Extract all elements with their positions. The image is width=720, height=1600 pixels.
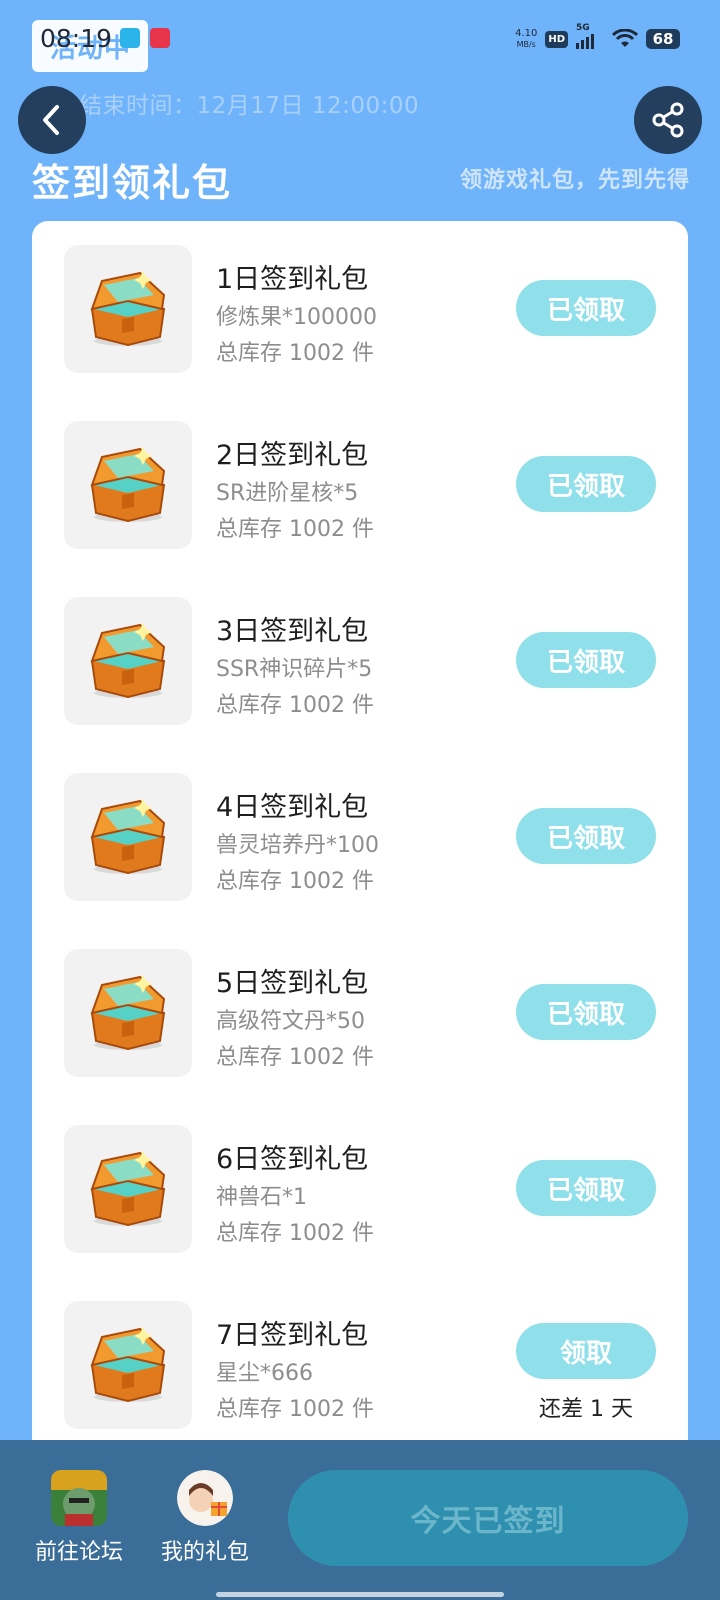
gift-name: 7日签到礼包 bbox=[216, 1320, 369, 1351]
battery-icon: 68 bbox=[646, 29, 680, 49]
activity-end-time: 活动结束时间：12月17日 12:00:00 bbox=[32, 93, 420, 119]
gift-list-card: 1日签到礼包 修炼果*100000 总库存 1002 件 已领取 2日签到礼包 … bbox=[32, 221, 688, 1600]
gift-stock: 总库存 1002 件 bbox=[216, 517, 374, 542]
gift-stock: 总库存 1002 件 bbox=[216, 1397, 374, 1422]
gift-item: 修炼果*100000 bbox=[216, 305, 377, 330]
my-gifts-label: 我的礼包 bbox=[160, 1540, 249, 1565]
gift-row: 2日签到礼包 SR进阶星核*5 总库存 1002 件 已领取 bbox=[32, 421, 688, 551]
news-notification-icon bbox=[150, 28, 170, 48]
gift-name: 4日签到礼包 bbox=[216, 792, 369, 823]
signal-icon: 5G bbox=[576, 23, 604, 49]
gift-name: 2日签到礼包 bbox=[216, 440, 369, 471]
back-button[interactable] bbox=[18, 86, 86, 154]
signed-in-today-button[interactable]: 今天已签到 bbox=[288, 1470, 688, 1566]
claimed-button[interactable]: 已领取 bbox=[516, 632, 656, 688]
gift-row: 4日签到礼包 兽灵培养丹*100 总库存 1002 件 已领取 bbox=[32, 773, 688, 903]
treasure-chest-icon bbox=[64, 421, 192, 549]
gift-stock: 总库存 1002 件 bbox=[216, 1221, 374, 1246]
game-avatar-icon bbox=[51, 1470, 107, 1526]
gift-item: 高级符文丹*50 bbox=[216, 1009, 365, 1034]
forum-entry[interactable]: 前往论坛 bbox=[24, 1470, 134, 1566]
gift-name: 5日签到礼包 bbox=[216, 968, 369, 999]
my-gifts-entry[interactable]: 我的礼包 bbox=[150, 1470, 260, 1566]
gift-name: 1日签到礼包 bbox=[216, 264, 369, 295]
gift-row: 5日签到礼包 高级符文丹*50 总库存 1002 件 已领取 bbox=[32, 949, 688, 1079]
gift-name: 3日签到礼包 bbox=[216, 616, 369, 647]
gift-stock: 总库存 1002 件 bbox=[216, 693, 374, 718]
claimed-button[interactable]: 已领取 bbox=[516, 808, 656, 864]
gift-stock: 总库存 1002 件 bbox=[216, 341, 374, 366]
share-icon bbox=[652, 102, 684, 138]
treasure-chest-icon bbox=[64, 949, 192, 1077]
treasure-chest-icon bbox=[64, 245, 192, 373]
gift-item: 星尘*666 bbox=[216, 1361, 313, 1386]
gift-stock: 总库存 1002 件 bbox=[216, 869, 374, 894]
gift-avatar-icon bbox=[177, 1470, 233, 1526]
chevron-left-icon bbox=[43, 105, 59, 135]
gift-row: 1日签到礼包 修炼果*100000 总库存 1002 件 已领取 bbox=[32, 245, 688, 375]
gift-item: SSR神识碎片*5 bbox=[216, 657, 373, 682]
gift-name: 6日签到礼包 bbox=[216, 1144, 369, 1175]
wifi-icon bbox=[612, 29, 638, 47]
treasure-chest-icon bbox=[64, 597, 192, 725]
gift-row: 6日签到礼包 神兽石*1 总库存 1002 件 已领取 bbox=[32, 1125, 688, 1255]
page-title: 签到领礼包 bbox=[32, 161, 233, 205]
gift-row: 7日签到礼包 星尘*666 总库存 1002 件 领取 还差 1 天 bbox=[32, 1301, 688, 1431]
status-bar: 活动中 08:19 4.10 MB/s HD 5G 68 bbox=[0, 0, 720, 80]
claimed-button[interactable]: 已领取 bbox=[516, 456, 656, 512]
gift-item: SR进阶星核*5 bbox=[216, 481, 359, 506]
days-remaining-note: 还差 1 天 bbox=[539, 1397, 633, 1422]
bottom-bar: 前往论坛 我的礼包 今天已签到 bbox=[0, 1440, 720, 1600]
treasure-chest-icon bbox=[64, 1125, 192, 1253]
app-notification-icon bbox=[120, 28, 140, 48]
claimed-button[interactable]: 已领取 bbox=[516, 984, 656, 1040]
forum-label: 前往论坛 bbox=[34, 1540, 123, 1565]
treasure-chest-icon bbox=[64, 773, 192, 901]
gift-stock: 总库存 1002 件 bbox=[216, 1045, 374, 1070]
gift-item: 神兽石*1 bbox=[216, 1185, 307, 1210]
claim-button[interactable]: 领取 bbox=[516, 1323, 656, 1379]
home-indicator bbox=[216, 1592, 504, 1597]
status-indicators: 4.10 MB/s HD 5G 68 bbox=[515, 23, 680, 54]
hd-icon: HD bbox=[545, 30, 568, 48]
network-speed: 4.10 MB/s bbox=[515, 28, 538, 49]
share-button[interactable] bbox=[634, 86, 702, 154]
claimed-button[interactable]: 已领取 bbox=[516, 280, 656, 336]
status-time: 08:19 bbox=[40, 24, 113, 53]
treasure-chest-icon bbox=[64, 1301, 192, 1429]
claimed-button[interactable]: 已领取 bbox=[516, 1160, 656, 1216]
gift-item: 兽灵培养丹*100 bbox=[216, 833, 379, 858]
gift-row: 3日签到礼包 SSR神识碎片*5 总库存 1002 件 已领取 bbox=[32, 597, 688, 727]
page-subtitle: 领游戏礼包，先到先得 bbox=[459, 168, 690, 193]
